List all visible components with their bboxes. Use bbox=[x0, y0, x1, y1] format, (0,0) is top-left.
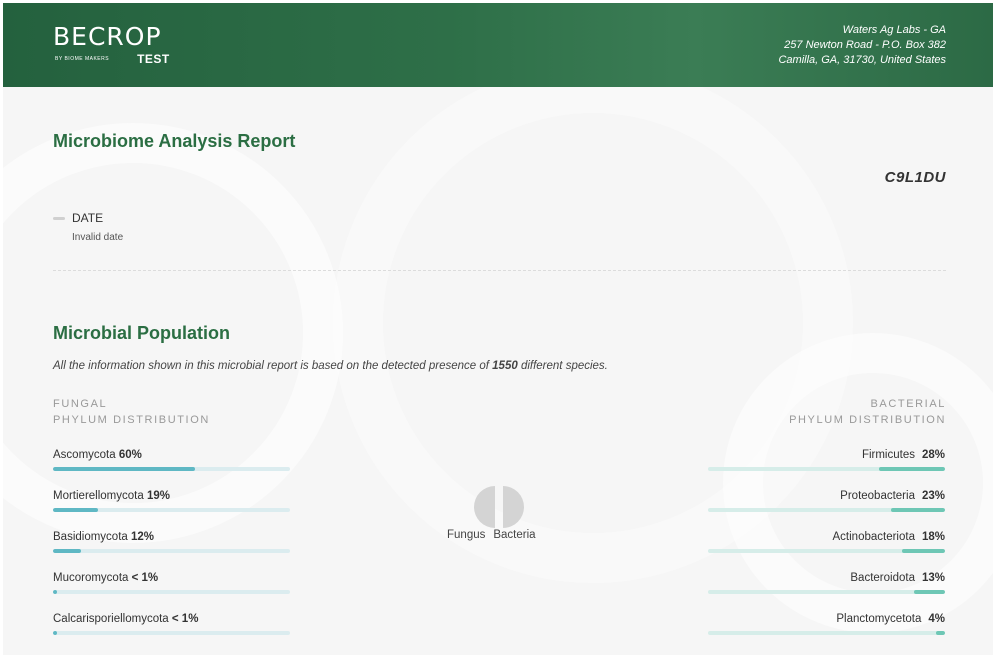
logo-test-label: TEST bbox=[137, 52, 170, 66]
fungus-half bbox=[474, 486, 495, 528]
fungal-phylum-row: Ascomycota 60% bbox=[53, 447, 290, 471]
phylum-bar-track bbox=[708, 590, 945, 594]
phylum-percent: 28% bbox=[921, 449, 945, 461]
phylum-bar-fill bbox=[935, 631, 945, 635]
phylum-bar-fill bbox=[53, 508, 99, 512]
phylum-name: Mucoromycota bbox=[53, 572, 129, 584]
bacterial-section-label: BACTERIAL PHYLUM DISTRIBUTION bbox=[789, 396, 946, 428]
legend-fungus: Fungus bbox=[447, 529, 486, 541]
phylum-bar-fill bbox=[902, 549, 945, 553]
phylum-bar-track bbox=[53, 467, 290, 471]
phylum-percent: 12% bbox=[131, 531, 155, 543]
date-label: DATE bbox=[72, 211, 104, 225]
phylum-name: Actinobacteriota bbox=[832, 531, 915, 543]
section-title: Microbial Population bbox=[53, 323, 231, 343]
phylum-name: Firmicutes bbox=[861, 449, 915, 461]
phylum-name: Ascomycota bbox=[53, 449, 116, 461]
logo-tagline: BY BIOME MAKERS bbox=[55, 56, 110, 62]
phylum-name: Bacteroidota bbox=[850, 572, 915, 584]
fungal-phylum-row: Calcarisporiellomycota < 1% bbox=[53, 611, 290, 635]
phylum-percent: 13% bbox=[921, 572, 945, 584]
phylum-bar-track bbox=[708, 549, 945, 553]
lab-info: Waters Ag Labs - GA 257 Newton Road - P.… bbox=[778, 23, 946, 68]
info-prefix: All the information shown in this microb… bbox=[53, 360, 493, 372]
becrop-logo: BECROP BY BIOME MAKERS TEST bbox=[53, 22, 170, 67]
bacterial-label-line-1: BACTERIAL bbox=[870, 398, 946, 410]
phylum-bar-fill bbox=[53, 590, 57, 594]
report-page: BECROP BY BIOME MAKERS TEST Waters Ag La… bbox=[3, 3, 993, 655]
fungal-phylum-row: Basidiomycota 12% bbox=[53, 529, 290, 553]
date-value: Invalid date bbox=[72, 232, 124, 243]
phylum-bar-fill bbox=[914, 590, 945, 594]
fungal-label-line-2: PHYLUM DISTRIBUTION bbox=[53, 414, 210, 426]
logo-wordmark: BECROP bbox=[53, 22, 162, 51]
phylum-name: Basidiomycota bbox=[53, 531, 128, 543]
fungus-bacteria-ratio-chart bbox=[474, 486, 524, 528]
phylum-bar-track bbox=[708, 508, 945, 512]
bacterial-label-line-2: PHYLUM DISTRIBUTION bbox=[789, 414, 946, 426]
lab-address-line-2: Camilla, GA, 31730, United States bbox=[778, 54, 946, 66]
phylum-bar-fill bbox=[53, 467, 196, 471]
report-header: BECROP BY BIOME MAKERS TEST Waters Ag La… bbox=[3, 3, 993, 87]
phylum-bar-track bbox=[53, 631, 290, 635]
report-title: Microbiome Analysis Report bbox=[53, 131, 296, 151]
fungal-section-label: FUNGAL PHYLUM DISTRIBUTION bbox=[53, 396, 210, 428]
fungal-phylum-row: Mucoromycota < 1% bbox=[53, 570, 290, 594]
phylum-bar-track bbox=[53, 549, 290, 553]
phylum-bar-track bbox=[708, 631, 945, 635]
fungal-phylum-row: Mortierellomycota 19% bbox=[53, 488, 290, 512]
phylum-bar-track bbox=[53, 590, 290, 594]
species-info: All the information shown in this microb… bbox=[53, 360, 608, 372]
phylum-name: Planctomycetota bbox=[836, 613, 922, 625]
bacteria-half bbox=[503, 486, 524, 528]
date-row: DATE bbox=[53, 211, 103, 225]
legend-bacteria: Bacteria bbox=[493, 529, 536, 541]
bacterial-phylum-row: Bacteroidota 13% bbox=[708, 570, 945, 594]
bacterial-phylum-row: Firmicutes 28% bbox=[708, 447, 945, 471]
sample-code: C9L1DU bbox=[884, 169, 946, 186]
phylum-percent: 4% bbox=[928, 613, 945, 625]
date-dash-icon bbox=[53, 216, 65, 220]
phylum-name: Mortierellomycota bbox=[53, 490, 144, 502]
phylum-bar-fill bbox=[53, 631, 57, 635]
phylum-percent: 60% bbox=[118, 449, 142, 461]
phylum-bar-fill bbox=[890, 508, 945, 512]
ratio-chart-legend: Fungus Bacteria bbox=[447, 529, 536, 541]
section-divider bbox=[53, 270, 946, 271]
bacterial-phylum-row: Proteobacteria 23% bbox=[708, 488, 945, 512]
phylum-percent: < 1% bbox=[131, 572, 159, 584]
phylum-bar-fill bbox=[53, 549, 82, 553]
phylum-percent: 19% bbox=[146, 490, 170, 502]
phylum-bar-track bbox=[53, 508, 290, 512]
phylum-name: Proteobacteria bbox=[840, 490, 915, 502]
lab-address-line-1: 257 Newton Road - P.O. Box 382 bbox=[784, 39, 946, 51]
bacterial-phylum-row: Planctomycetota 4% bbox=[708, 611, 945, 635]
phylum-percent: 23% bbox=[921, 490, 945, 502]
info-suffix: different species. bbox=[517, 360, 608, 372]
phylum-percent: < 1% bbox=[171, 613, 199, 625]
fungal-label-line-1: FUNGAL bbox=[53, 398, 108, 410]
species-count: 1550 bbox=[492, 360, 518, 372]
phylum-percent: 18% bbox=[921, 531, 945, 543]
phylum-bar-track bbox=[708, 467, 945, 471]
phylum-bar-fill bbox=[878, 467, 945, 471]
bacterial-phylum-row: Actinobacteriota 18% bbox=[708, 529, 945, 553]
phylum-name: Calcarisporiellomycota bbox=[53, 613, 169, 625]
lab-name: Waters Ag Labs - GA bbox=[842, 24, 946, 36]
